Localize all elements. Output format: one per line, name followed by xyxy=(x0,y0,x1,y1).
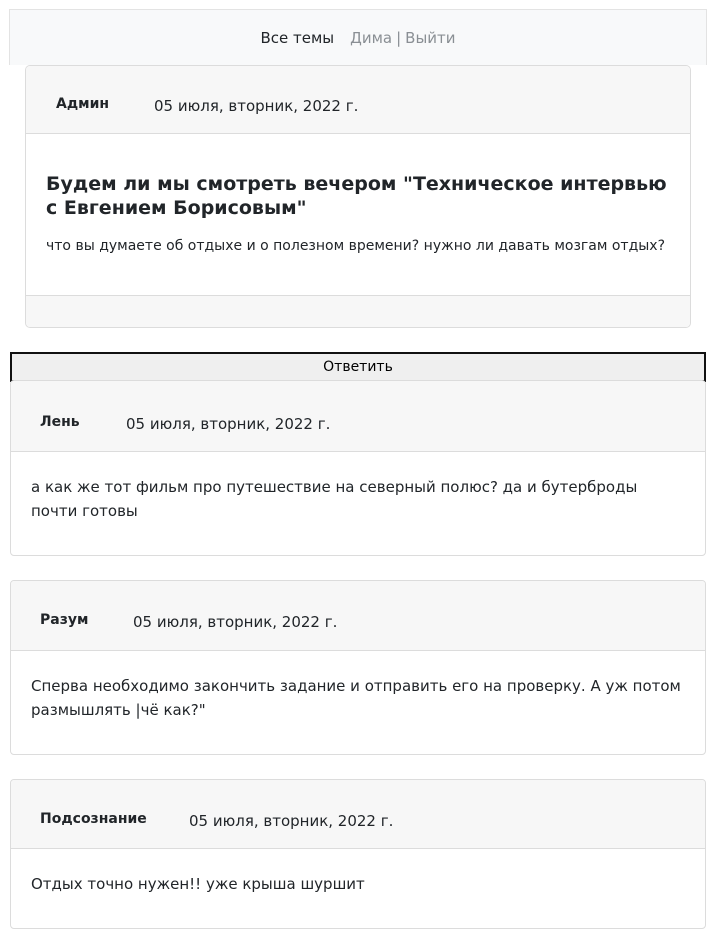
comment-header: Разум 05 июля, вторник, 2022 г. xyxy=(11,581,705,651)
comment-date: 05 июля, вторник, 2022 г. xyxy=(189,812,394,830)
comment-date: 05 июля, вторник, 2022 г. xyxy=(133,613,338,631)
topic-header: Админ 05 июля, вторник, 2022 г. xyxy=(26,66,690,134)
topic-card: Админ 05 июля, вторник, 2022 г. Будем ли… xyxy=(25,65,691,328)
logout-link[interactable]: Выйти xyxy=(405,29,455,47)
user-profile-link[interactable]: Дима xyxy=(350,29,392,47)
nav-separator: | xyxy=(396,28,402,47)
topic-body: Будем ли мы смотреть вечером "Техническо… xyxy=(26,134,690,295)
comment-text: Отдых точно нужен!! уже крыша шуршит xyxy=(31,875,365,893)
reply-button[interactable]: Ответить xyxy=(10,352,706,382)
comment-author: Подсознание xyxy=(40,811,147,827)
topic-text: что вы думаете об отдыхе и о полезном вр… xyxy=(46,238,666,254)
comment-header: Лень 05 июля, вторник, 2022 г. xyxy=(11,381,705,452)
comment-card: Разум 05 июля, вторник, 2022 г. Сперва н… xyxy=(10,580,706,755)
comment-text: а как же тот фильм про путешествие на се… xyxy=(31,478,638,520)
topic-date: 05 июля, вторник, 2022 г. xyxy=(154,97,359,115)
top-navigation: Все темы Дима | Выйти xyxy=(9,9,707,65)
comment-header: Подсознание 05 июля, вторник, 2022 г. xyxy=(11,780,705,849)
comment-date: 05 июля, вторник, 2022 г. xyxy=(126,415,331,433)
comment-card: Подсознание 05 июля, вторник, 2022 г. От… xyxy=(10,779,706,929)
topic-footer xyxy=(26,295,690,327)
topic-title: Будем ли мы смотреть вечером "Техническо… xyxy=(46,173,667,219)
comment-text: Сперва необходимо закончить задание и от… xyxy=(31,677,681,719)
all-topics-link[interactable]: Все темы xyxy=(260,29,334,47)
comment-card: Лень 05 июля, вторник, 2022 г. а как же … xyxy=(10,380,706,556)
comment-author: Разум xyxy=(40,612,89,628)
comment-author: Лень xyxy=(40,414,80,430)
topic-author: Админ xyxy=(56,96,110,112)
